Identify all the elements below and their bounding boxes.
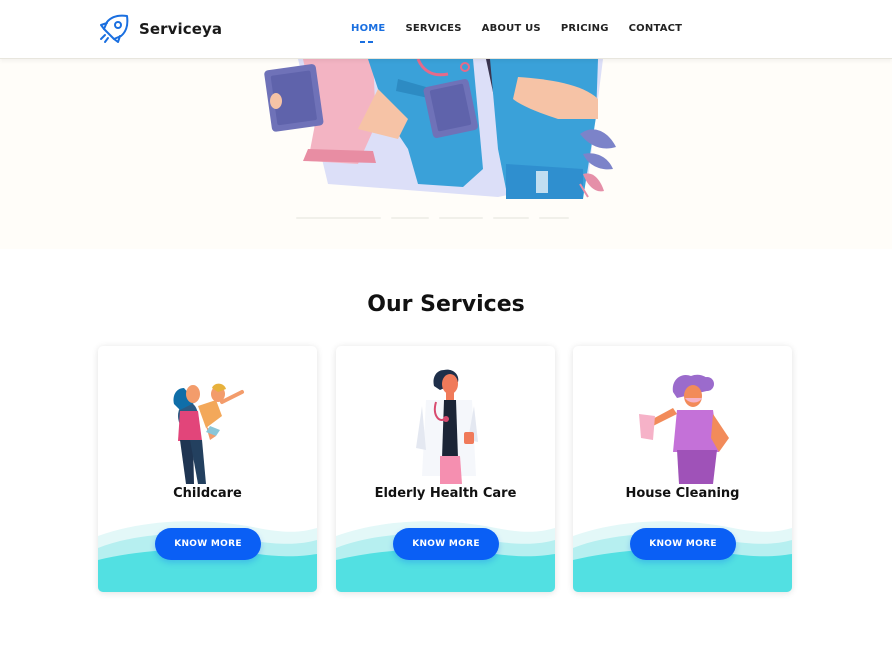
hero-section [0, 59, 892, 249]
slider-dot[interactable] [391, 217, 429, 219]
nav-about-us[interactable]: ABOUT US [482, 23, 541, 34]
service-card-childcare: Childcare KNOW MORE [98, 346, 317, 592]
service-card-elderly-health-care: Elderly Health Care KNOW MORE [336, 346, 555, 592]
nav-services[interactable]: SERVICES [405, 23, 461, 34]
services-title: Our Services [367, 292, 525, 317]
card-title: Elderly Health Care [374, 486, 517, 501]
slider-dot[interactable] [439, 217, 483, 219]
main-nav: HOME SERVICES ABOUT US PRICING CONTACT [351, 23, 702, 43]
rocket-logo-icon [100, 14, 129, 43]
nav-contact[interactable]: CONTACT [629, 23, 683, 34]
know-more-button[interactable]: KNOW MORE [630, 528, 736, 560]
slider-dot[interactable] [539, 217, 569, 219]
know-more-button[interactable]: KNOW MORE [155, 528, 261, 560]
slider-dot[interactable] [493, 217, 529, 219]
card-title: House Cleaning [625, 486, 740, 501]
mother-with-child-illustration [173, 383, 244, 484]
slider-dot[interactable] [296, 217, 381, 219]
navbar: Serviceya HOME SERVICES ABOUT US PRICING… [0, 0, 892, 59]
brand-name: Serviceya [139, 20, 223, 38]
healthcare-workers-illustration [264, 59, 616, 199]
hero-slider-indicators [296, 217, 569, 219]
know-more-button[interactable]: KNOW MORE [393, 528, 499, 560]
card-title: Childcare [173, 486, 242, 501]
cleaner-illustration [639, 374, 729, 484]
nav-pricing[interactable]: PRICING [561, 23, 609, 34]
nav-home[interactable]: HOME [351, 23, 385, 34]
brand[interactable]: Serviceya [98, 13, 222, 45]
service-card-house-cleaning: House Cleaning KNOW MORE [573, 346, 792, 592]
doctor-illustration [416, 369, 478, 484]
active-nav-indicator [360, 41, 373, 43]
